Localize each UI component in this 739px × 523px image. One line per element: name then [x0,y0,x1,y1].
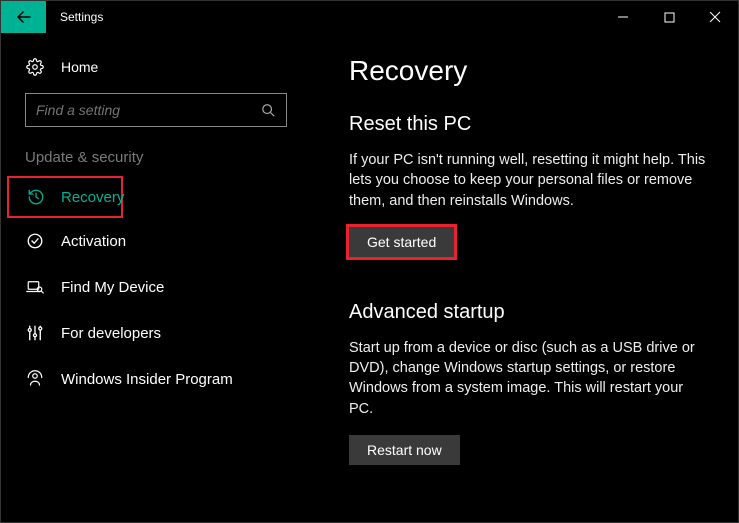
find-device-icon [25,277,45,297]
reset-heading: Reset this PC [349,113,708,136]
startup-section: Advanced startup Start up from a device … [349,301,708,465]
close-button[interactable] [692,1,738,33]
search-input[interactable] [36,102,260,118]
back-button[interactable] [1,1,46,33]
history-icon [27,187,45,207]
check-circle-icon [25,231,45,251]
sliders-icon [25,323,45,343]
sidebar-item-label: For developers [61,325,161,342]
get-started-button[interactable]: Get started [349,227,454,257]
sidebar-item-label: Windows Insider Program [61,371,233,388]
restart-now-button[interactable]: Restart now [349,435,460,465]
category-label: Update & security [1,145,311,176]
sidebar-item-for-developers[interactable]: For developers [1,310,311,356]
settings-window: Settings Home [0,0,739,523]
startup-description: Start up from a device or disc (such as … [349,338,708,419]
search-wrap [1,87,311,145]
sidebar-item-find-my-device[interactable]: Find My Device [1,264,311,310]
window-title: Settings [60,10,103,24]
body: Home Update & security [1,33,738,522]
search-icon [260,102,276,118]
sidebar-item-label: Find My Device [61,279,164,296]
sidebar-item-recovery[interactable]: Recovery [7,176,123,218]
sidebar: Home Update & security [1,33,311,522]
startup-heading: Advanced startup [349,301,708,324]
home-nav[interactable]: Home [1,47,311,87]
sidebar-item-activation[interactable]: Activation [1,218,311,264]
sidebar-item-windows-insider[interactable]: Windows Insider Program [1,356,311,402]
page-title: Recovery [349,55,708,87]
titlebar: Settings [1,1,738,33]
gear-icon [25,57,45,77]
search-box[interactable] [25,93,287,127]
home-label: Home [61,59,98,75]
sidebar-item-label: Activation [61,233,126,250]
window-controls [600,1,738,33]
reset-description: If your PC isn't running well, resetting… [349,150,708,211]
minimize-button[interactable] [600,1,646,33]
maximize-button[interactable] [646,1,692,33]
reset-section: Reset this PC If your PC isn't running w… [349,113,708,257]
sidebar-item-label: Recovery [61,189,124,206]
insider-icon [25,369,45,389]
main-content: Recovery Reset this PC If your PC isn't … [311,33,738,522]
